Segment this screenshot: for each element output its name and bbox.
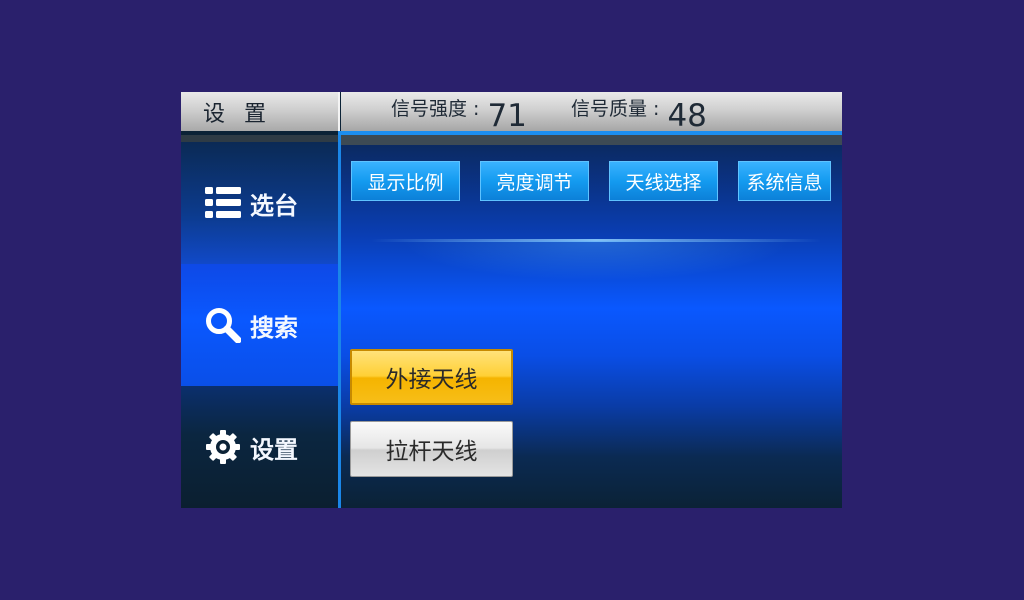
list-icon [205,185,241,221]
rod-antenna-button[interactable]: 拉杆天线 [350,421,513,477]
signal-strength-value: 71 [487,98,527,134]
header-title-bar: 设 置 [181,92,340,131]
search-icon [205,307,242,344]
sidebar-item-channel-select[interactable]: 选台 [181,142,338,264]
signal-strength: 信号强度 : 71 [391,92,527,134]
sidebar-item-label: 搜索 [250,313,298,342]
sidebar-item-label: 设置 [250,435,298,464]
signal-status-bar: 信号强度 : 71 信号质量 : 48 [341,92,842,134]
tab-system-info[interactable]: 系统信息 [738,161,831,201]
sidebar: 选台 搜索 设置 [181,142,338,508]
settings-window: 设 置 信号强度 : 71 信号质量 : 48 选台 搜索 设置 显示比例 亮度… [181,92,842,508]
signal-strength-label: 信号强度 : [391,98,480,120]
tab-brightness[interactable]: 亮度调节 [480,161,589,201]
sidebar-item-search[interactable]: 搜索 [181,264,338,386]
tab-display-ratio[interactable]: 显示比例 [351,161,460,201]
sidebar-item-label: 选台 [250,191,298,220]
external-antenna-button[interactable]: 外接天线 [350,349,513,405]
page-title: 设 置 [203,101,272,127]
tab-antenna-select[interactable]: 天线选择 [609,161,718,201]
signal-quality: 信号质量 : 48 [571,92,707,134]
gear-icon [205,429,241,465]
signal-quality-label: 信号质量 : [571,98,660,120]
divider-glow-halo [401,241,791,281]
signal-quality-value: 48 [667,98,707,134]
sidebar-top-strip [181,135,338,142]
sidebar-item-settings[interactable]: 设置 [181,386,338,508]
